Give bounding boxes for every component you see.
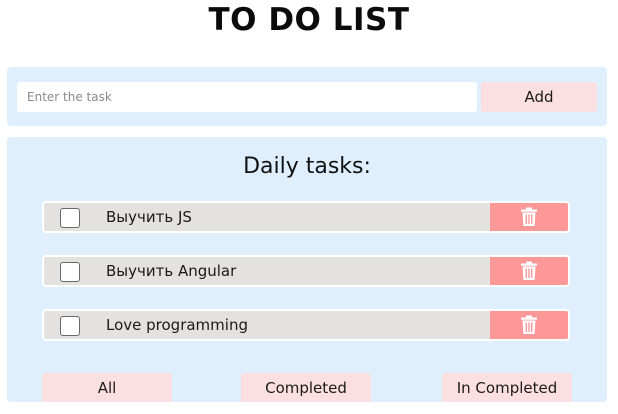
tasks-panel: Daily tasks: Выучить JS Выучить Angular [7, 137, 607, 402]
task-input[interactable] [17, 82, 477, 112]
add-task-panel: Add [7, 67, 607, 126]
trash-icon [521, 207, 537, 226]
trash-icon [521, 261, 537, 280]
filter-incompleted-button[interactable]: In Completed [442, 373, 572, 402]
task-checkbox[interactable] [60, 262, 80, 282]
delete-task-button[interactable] [490, 257, 568, 285]
delete-task-button[interactable] [490, 203, 568, 231]
filter-completed-button[interactable]: Completed [241, 373, 371, 402]
task-label: Выучить JS [106, 208, 192, 226]
trash-icon [521, 315, 537, 334]
delete-task-button[interactable] [490, 311, 568, 339]
page-title: TO DO LIST [208, 2, 410, 38]
task-item: Выучить Angular [42, 255, 570, 287]
task-item: Выучить JS [42, 201, 570, 233]
task-item: Love programming [42, 309, 570, 341]
filter-all-button[interactable]: All [42, 373, 172, 402]
task-label: Love programming [106, 316, 248, 334]
task-checkbox[interactable] [60, 208, 80, 228]
add-button[interactable]: Add [481, 82, 597, 112]
tasks-heading: Daily tasks: [243, 154, 371, 179]
task-label: Выучить Angular [106, 262, 237, 280]
task-checkbox[interactable] [60, 316, 80, 336]
